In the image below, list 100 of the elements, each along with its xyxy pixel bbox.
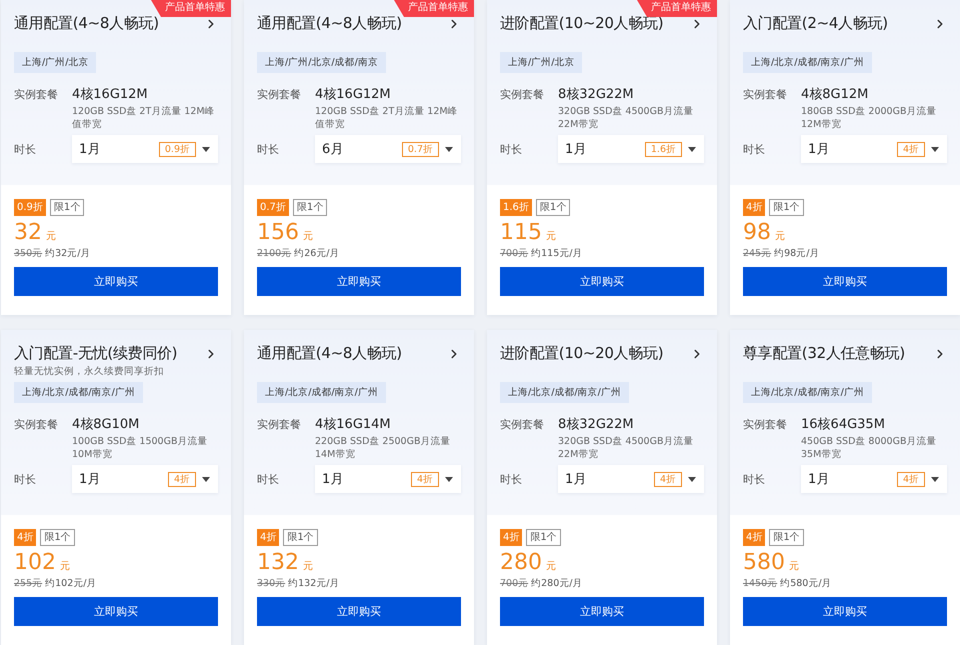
original-price: 255元 [14,577,42,590]
card-title: 入门配置(2~4人畅玩) [743,14,888,33]
buy-button[interactable]: 立即购买 [14,267,218,296]
buy-button[interactable]: 立即购买 [500,597,704,626]
spec-name: 4核16G12M [72,86,149,103]
caret-icon [445,146,453,152]
spec-detail: 320GB SSD盘 4500GB月流量 22M带宽 [558,105,694,131]
region-tag: 上海/广州/北京 [14,52,96,73]
price: 98 [743,220,771,245]
buy-button[interactable]: 立即购买 [257,267,461,296]
limit-badge: 限1个 [769,529,804,546]
spec-label: 实例套餐 [257,87,302,102]
duration-label: 时长 [257,472,280,486]
spec-detail: 320GB SSD盘 4500GB月流量 22M带宽 [558,435,694,461]
caret-icon [931,146,939,152]
currency: 元 [546,560,556,573]
region-tag: 上海/北京/成都/南京/广州 [500,382,629,403]
limit-badge: 限1个 [526,529,561,546]
card-title: 通用配置(4~8人畅玩) [257,344,402,363]
discount-badge: 4折 [743,199,766,216]
duration-select[interactable]: 1月 4折 [72,465,218,493]
discount-badge: 0.9折 [14,199,46,216]
buy-button[interactable]: 立即购买 [500,267,704,296]
currency: 元 [60,560,70,573]
spec-detail: 100GB SSD盘 1500GB月流量 10M带宽 [72,435,208,461]
region-tag: 上海/北京/成都/南京/广州 [743,52,872,73]
region-tag: 上海/北京/成都/南京/广州 [14,382,143,403]
spec-detail: 220GB SSD盘 2500GB月流量 14M带宽 [315,435,452,461]
buy-button[interactable]: 立即购买 [743,267,947,296]
duration-select[interactable]: 1月 1.6折 [558,135,704,163]
region-tag: 上海/北京/成都/南京/广州 [743,382,872,403]
duration-select[interactable]: 6月 0.7折 [315,135,461,163]
duration-label: 时长 [14,142,37,156]
buy-button[interactable]: 立即购买 [14,597,218,626]
caret-icon [445,476,453,482]
monthly-price: 约580元/月 [780,577,832,590]
duration-select[interactable]: 1月 4折 [315,465,461,493]
buy-button[interactable]: 立即购买 [743,597,947,626]
price: 580 [743,550,785,575]
spec-detail: 450GB SSD盘 8000GB月流量 35M带宽 [801,435,938,461]
duration-label: 时长 [257,142,280,156]
card-title: 尊享配置(32人任意畅玩) [743,344,905,363]
currency: 元 [303,560,313,573]
monthly-price: 约98元/月 [774,247,820,260]
monthly-price: 约102元/月 [45,577,96,590]
spec-name: 8核32G22M [558,416,635,433]
duration-select[interactable]: 1月 4折 [558,465,704,493]
currency: 元 [303,230,313,243]
price: 115 [500,220,542,245]
price: 32 [14,220,42,245]
duration-label: 时长 [743,472,766,486]
region-tag: 上海/广州/北京/成都/南京 [257,52,386,73]
original-price: 330元 [257,577,286,590]
card-title: 通用配置(4~8人畅玩) [257,14,402,33]
price: 280 [500,550,542,575]
caret-icon [931,476,939,482]
price: 102 [14,550,56,575]
region-tag: 上海/北京/成都/南京/广州 [257,382,386,403]
price: 156 [257,220,299,245]
original-price: 2100元 [257,247,292,260]
card-title: 通用配置(4~8人畅玩) [14,14,159,33]
discount-badge: 1.6折 [500,199,532,216]
spec-label: 实例套餐 [257,417,302,432]
monthly-price: 约26元/月 [294,247,340,260]
original-price: 700元 [500,577,528,590]
promo-ribbon: 产品首单特惠 [151,0,231,17]
discount-badge: 4折 [257,529,280,546]
caret-icon [202,146,210,152]
currency: 元 [546,230,556,243]
duration-select[interactable]: 1月 4折 [801,465,947,493]
discount-badge: 4折 [743,529,766,546]
spec-label: 实例套餐 [14,417,59,432]
spec-detail: 120GB SSD盘 2T月流量 12M峰值带宽 [72,105,216,131]
card-title: 入门配置-无忧(续费同价) [14,344,178,363]
spec-name: 4核16G14M [315,416,392,433]
original-price: 700元 [500,247,528,260]
monthly-price: 约280元/月 [531,577,582,590]
currency: 元 [789,560,799,573]
duration-select[interactable]: 1月 4折 [801,135,947,163]
limit-badge: 限1个 [40,529,75,546]
buy-button[interactable]: 立即购买 [257,597,461,626]
spec-name: 4核8G10M [72,416,140,433]
caret-icon [688,146,696,152]
currency: 元 [46,230,56,243]
caret-icon [202,476,210,482]
duration-label: 时长 [500,472,523,486]
original-price: 350元 [14,247,42,260]
limit-badge: 限1个 [769,199,804,216]
duration-select[interactable]: 1月 0.9折 [72,135,218,163]
region-tag: 上海/广州/北京 [500,52,582,73]
spec-detail: 180GB SSD盘 2000GB月流量 12M带宽 [801,105,938,131]
spec-name: 4核16G12M [315,86,392,103]
spec-name: 4核8G12M [801,86,870,103]
currency: 元 [775,230,785,243]
limit-badge: 限1个 [292,199,328,216]
caret-icon [688,476,696,482]
promo-ribbon: 产品首单特惠 [637,0,717,17]
original-price: 1450元 [743,577,778,590]
discount-badge: 4折 [500,529,522,546]
monthly-price: 约132元/月 [288,577,340,590]
